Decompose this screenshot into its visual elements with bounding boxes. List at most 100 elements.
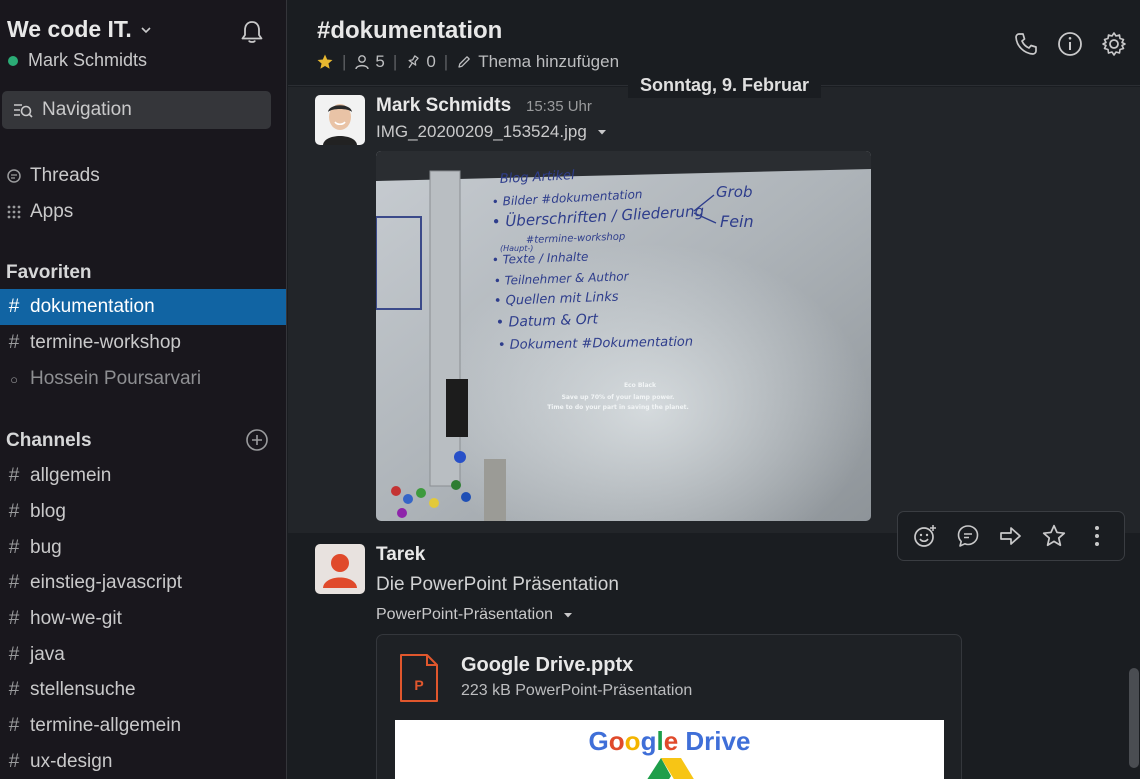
ppt-file-icon: P [400,654,438,702]
sidebar-item-apps-label: Apps [30,201,74,222]
save-message-button[interactable] [1040,522,1068,550]
whiteboard-text: Grob [716,183,753,201]
avatar[interactable] [315,95,365,145]
bell-icon[interactable] [238,18,266,46]
sidebar-item-label: allgemein [30,465,112,486]
reply-icon [957,525,979,547]
hash-icon: # [8,537,20,558]
sidebar-item-label: einstieg-javascript [30,572,183,593]
sidebar-item-label: Hossein Poursarvari [30,368,202,389]
preview-letter: e [663,726,679,756]
sidebar-item-label: termine-workshop [30,332,181,353]
file-type-label: PowerPoint-Präsentation [376,606,553,623]
sidebar-item-how-we-git[interactable]: # how-we-git [0,601,286,637]
message-actions [897,511,1125,561]
more-actions-button[interactable] [1083,522,1111,550]
sidebar-item-java[interactable]: # java [0,637,286,673]
sidebar-item-allgemein[interactable]: # allgemein [0,458,286,494]
channels-section-title[interactable]: Channels [6,430,92,452]
share-message-button[interactable] [997,522,1025,550]
attachment-preview[interactable]: Google Drive [395,720,944,779]
divider: | [342,52,347,71]
avatar[interactable] [315,544,365,594]
hash-icon: # [8,465,20,486]
hash-icon: # [8,679,20,700]
message-author[interactable]: Mark Schmidts [376,95,511,117]
preview-drive-word: Drive [685,726,751,756]
file-attachment-card[interactable]: P Google Drive.pptx 223 kB PowerPoint-Pr… [376,634,962,779]
sidebar-item-blog[interactable]: # blog [0,494,286,530]
current-user[interactable]: Mark Schmidts [8,50,147,71]
workspace-header[interactable]: We code IT. Mark Schmidts [0,0,286,86]
sidebar-item-label: dokumentation [30,296,155,317]
away-status-icon: ○ [10,371,18,387]
sidebar-item-stellensuche[interactable]: # stellensuche [0,672,286,708]
image-attachment[interactable]: Blog Artikel • Bilder #dokumentation • Ü… [376,151,871,521]
sidebar-item-ux-design[interactable]: # ux-design [0,744,286,779]
preview-title: Google Drive [395,726,944,757]
sidebar-item-termine-workshop[interactable]: # termine-workshop [0,325,286,361]
navigation-search[interactable]: Navigation [2,91,271,129]
attachment-name[interactable]: Google Drive.pptx [461,654,633,677]
main-pane: #dokumentation | 5 | 0 | Thema hinzufüge… [288,0,1140,779]
sidebar-item-label: java [30,644,65,665]
sidebar-item-label: blog [30,501,66,522]
threads-icon [7,169,21,183]
divider: | [443,52,449,71]
phone-icon[interactable] [1012,30,1040,58]
preview-google-word: Google [589,726,686,756]
add-reaction-button[interactable] [911,522,939,550]
projector-text: Time to do your part in saving the plane… [547,404,689,411]
sidebar-item-einstieg-javascript[interactable]: # einstieg-javascript [0,565,286,601]
sidebar-item-label: termine-allgemein [30,715,182,736]
navigation-search-label: Navigation [42,99,132,120]
message-timestamp[interactable]: 15:35 Uhr [526,98,592,115]
hash-icon: # [8,501,20,522]
sidebar-item-threads[interactable]: Threads [0,158,286,194]
projector-text: Eco Black [624,382,657,389]
presence-dot [8,55,18,66]
preview-letter: G [588,726,609,756]
sidebar-item-label: ux-design [30,751,113,772]
preview-letter: g [640,726,657,756]
sidebar-item-apps[interactable]: Apps [0,194,286,230]
star-icon[interactable] [316,53,334,71]
sidebar-item-label: stellensuche [30,679,136,700]
current-user-name: Mark Schmidts [28,50,148,70]
date-divider: Sonntag, 9. Februar [628,72,822,98]
message-author[interactable]: Tarek [376,544,425,566]
member-count[interactable]: 5 [354,52,385,72]
workspace-name[interactable]: We code IT. [7,16,152,43]
google-drive-logo [647,758,694,779]
sidebar-item-dokumentation[interactable]: # dokumentation [0,289,286,325]
scrollbar[interactable] [1129,668,1139,768]
info-icon[interactable] [1056,30,1084,58]
add-channel-icon[interactable] [245,428,269,452]
channel-title[interactable]: #dokumentation [317,17,502,45]
sidebar-item-dm-hossein[interactable]: ○ Hossein Poursarvari [0,361,286,397]
pin-count-value: 0 [426,52,436,71]
hash-icon: # [8,715,20,736]
search-icon [14,104,33,118]
whiteboard-text: Fein [720,212,754,231]
file-name-line[interactable]: IMG_20200209_153524.jpg [376,122,607,142]
bookmark-icon [1042,524,1065,547]
file-type-line[interactable]: PowerPoint-Präsentation [376,606,573,624]
emoji-icon [914,525,937,547]
member-icon [355,55,370,70]
sidebar-item-termine-allgemein[interactable]: # termine-allgemein [0,708,286,744]
whiteboard-photo: Blog Artikel • Bilder #dokumentation • Ü… [376,151,871,521]
preview-letter: o [608,726,625,756]
attachment-meta: 223 kB PowerPoint-Präsentation [461,682,693,699]
hash-icon: # [8,608,20,629]
favorites-section-title[interactable]: Favoriten [6,262,92,284]
gear-icon[interactable] [1100,30,1128,58]
caret-down-icon [563,613,572,618]
apps-icon [7,205,21,219]
avatar-photo [315,95,365,145]
add-topic-button[interactable]: Thema hinzufügen [456,52,619,72]
reply-in-thread-button[interactable] [954,522,982,550]
sidebar-item-bug[interactable]: # bug [0,530,286,566]
more-icon [1094,526,1099,546]
pin-count[interactable]: 0 [405,52,436,72]
